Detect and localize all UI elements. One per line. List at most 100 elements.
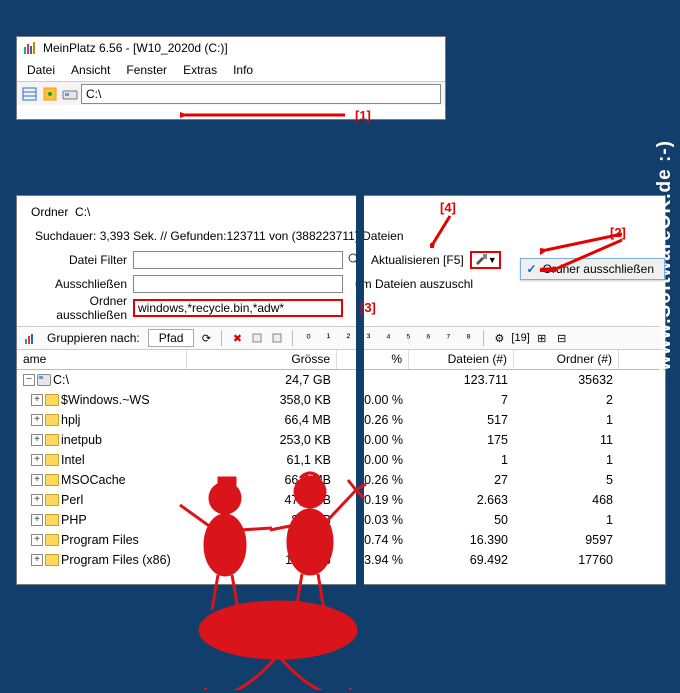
folder-icon [45, 414, 59, 426]
view-tree-icon[interactable] [41, 85, 59, 103]
col-pct[interactable]: % [337, 350, 409, 369]
toolbar: C:\ [17, 81, 445, 105]
row-name: hplj [61, 413, 80, 427]
cell-folders: 9597 [514, 533, 619, 547]
tool-icon[interactable]: ⚙ [491, 330, 507, 346]
table-row[interactable]: +inetpub253,0 KB0.00 %17511 [17, 430, 665, 450]
cell-pct: 0.26 % [337, 413, 409, 427]
drive-icon[interactable] [61, 85, 79, 103]
search-status: Suchdauer: 3,393 Sek. // Gefunden:123711… [25, 229, 404, 243]
table-row[interactable]: −C:\24,7 GB123.71135632 [17, 370, 665, 390]
menu-datei[interactable]: Datei [27, 63, 55, 77]
table-row[interactable]: +$Windows.~WS358,0 KB0.00 %72 [17, 390, 665, 410]
cell-folders: 17760 [514, 553, 619, 567]
action-icon[interactable] [249, 330, 265, 346]
table-row[interactable]: +PHP8,4 MB0.03 %501 [17, 510, 665, 530]
cell-folders: 11 [514, 433, 619, 447]
col-folders[interactable]: Ordner (#) [514, 350, 619, 369]
expand-icon[interactable]: + [31, 514, 43, 526]
cell-size: 66,5 MB [187, 473, 337, 487]
cell-pct: 63.94 % [337, 553, 409, 567]
view-list-icon[interactable] [21, 85, 39, 103]
exclude-folder-input[interactable] [133, 299, 343, 317]
annotation-2: [2] [610, 225, 626, 240]
hammer-icon [474, 253, 488, 267]
folder-icon [45, 554, 59, 566]
app-icon [23, 41, 39, 55]
expand-icon[interactable]: + [31, 414, 43, 426]
cell-size: 61,1 KB [187, 453, 337, 467]
h5-icon[interactable]: ⁵ [400, 330, 416, 346]
delete-icon[interactable]: ✖ [229, 330, 245, 346]
tool3-icon[interactable]: ⊟ [554, 330, 570, 346]
cell-size: 66,4 MB [187, 413, 337, 427]
row-name: Program Files (x86) [61, 553, 171, 567]
list-body: −C:\24,7 GB123.71135632 + $Windows.~WS 358,… [17, 370, 665, 584]
refresh-icon[interactable]: ⟳ [198, 330, 214, 346]
chart-icon[interactable] [23, 330, 39, 346]
col-name[interactable]: ame [17, 350, 187, 369]
row-name: Intel [61, 453, 85, 467]
options-button[interactable]: ▼ [470, 251, 501, 269]
annotation-1: [1] [355, 108, 371, 123]
col-size[interactable]: Grösse [187, 350, 337, 369]
cell-files: 50 [409, 513, 514, 527]
col-files[interactable]: Dateien (#) [409, 350, 514, 369]
cell-folders: 1 [514, 453, 619, 467]
table-row[interactable]: +MSOCache66,5 MB0.26 %275 [17, 470, 665, 490]
annotation-4: [4] [440, 200, 456, 215]
expand-icon[interactable]: + [31, 454, 43, 466]
expand-icon[interactable]: + [31, 434, 43, 446]
menu-extras[interactable]: Extras [183, 63, 217, 77]
exclude-label: Ausschließen [25, 277, 133, 291]
cell-files: 16.390 [409, 533, 514, 547]
h8-icon[interactable]: ⁸ [460, 330, 476, 346]
h0-icon[interactable]: ⁰ [300, 330, 316, 346]
menu-info[interactable]: Info [233, 63, 253, 77]
expand-icon[interactable]: + [31, 534, 43, 546]
table-row[interactable]: +Program Files2,6 GB10.74 %16.3909597 [17, 530, 665, 550]
row-name: MSOCache [61, 473, 126, 487]
h2-icon[interactable]: ² [340, 330, 356, 346]
list-header: ame Grösse % Dateien (#) Ordner (#) [17, 350, 665, 370]
h7-icon[interactable]: ⁷ [440, 330, 456, 346]
folder-icon [45, 514, 59, 526]
refresh-link[interactable]: Aktualisieren [F5] [367, 253, 464, 267]
expand-icon[interactable]: + [31, 474, 43, 486]
collapse-icon[interactable]: − [23, 374, 35, 386]
folder-icon [45, 434, 59, 446]
disk-icon [37, 374, 51, 386]
expand-icon[interactable]: + [31, 494, 43, 506]
exclude-input[interactable] [133, 275, 343, 293]
folder-icon [45, 534, 59, 546]
expand-icon[interactable]: + [31, 554, 43, 566]
group-value[interactable]: Pfad [148, 329, 195, 347]
cell-folders: 468 [514, 493, 619, 507]
row-name: PHP [61, 513, 87, 527]
h1-icon[interactable]: ¹ [320, 330, 336, 346]
folder-label: Ordner [31, 205, 68, 219]
file-filter-label: Datei Filter [25, 253, 133, 267]
menu-fenster[interactable]: Fenster [126, 63, 167, 77]
h6-icon[interactable]: ⁶ [420, 330, 436, 346]
table-row[interactable]: +Perl47,6 MB0.19 %2.663468 [17, 490, 665, 510]
cell-size: 358,0 KB [187, 393, 337, 407]
row-name: $Windows.~WS [61, 393, 150, 407]
cell-folders: 35632 [514, 373, 619, 387]
table-row[interactable]: +hplj66,4 MB0.26 %5171 [17, 410, 665, 430]
table-row[interactable]: +Program Files (x86)15,8 GB63.94 %69.492… [17, 550, 665, 570]
menubar: Datei Ansicht Fenster Extras Info [17, 59, 445, 81]
item-count: [19] [511, 332, 529, 344]
action2-icon[interactable] [269, 330, 285, 346]
cell-pct: 10.74 % [337, 533, 409, 547]
cell-folders: 1 [514, 513, 619, 527]
tool2-icon[interactable]: ⊞ [534, 330, 550, 346]
table-row[interactable]: +Intel61,1 KB0.00 %11 [17, 450, 665, 470]
path-input[interactable]: C:\ [81, 84, 441, 104]
file-filter-input[interactable] [133, 251, 343, 269]
menu-ansicht[interactable]: Ansicht [71, 63, 110, 77]
expand-icon[interactable]: + [31, 394, 43, 406]
annotation-3: [3] [360, 300, 376, 315]
cell-pct: 0.00 % [337, 393, 409, 407]
h4-icon[interactable]: ⁴ [380, 330, 396, 346]
